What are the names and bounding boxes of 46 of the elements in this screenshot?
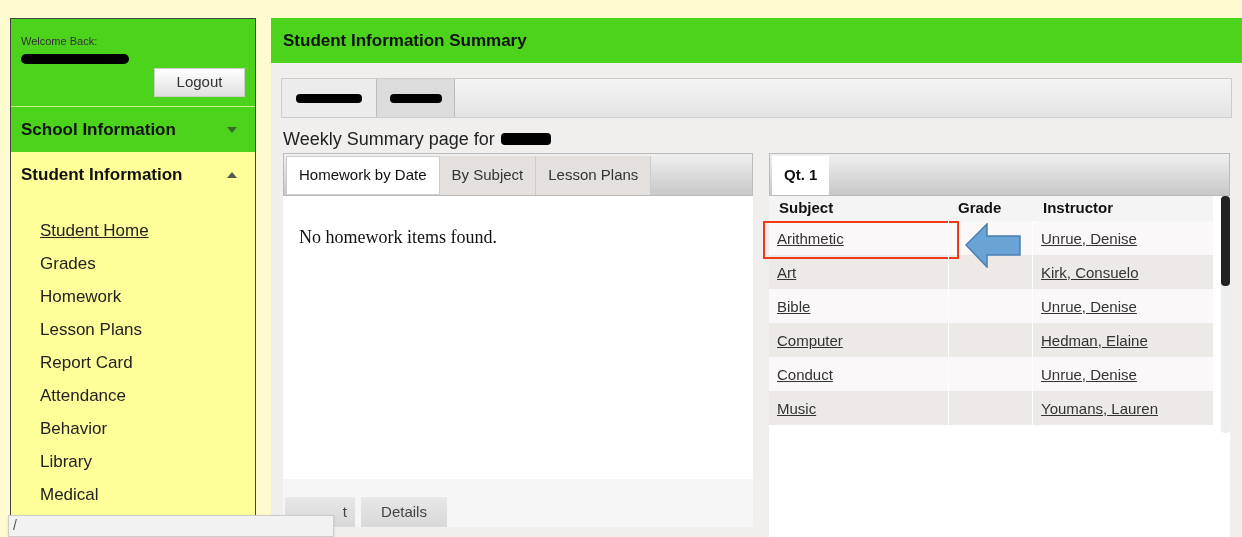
subject-link[interactable]: Art — [777, 264, 797, 281]
instructor-link[interactable]: Hedman, Elaine — [1041, 332, 1148, 349]
tab[interactable]: By Subject — [439, 156, 537, 195]
logout-button[interactable]: Logout — [154, 67, 245, 97]
subject-link[interactable]: Bible — [777, 298, 811, 315]
column-header: Subject — [778, 198, 835, 219]
tab[interactable]: Qt. 1 — [772, 156, 830, 195]
empty-message: No homework items found. — [299, 226, 498, 249]
instructor-link[interactable]: Kirk, Consuelo — [1041, 264, 1139, 281]
nav-link[interactable]: Attendance — [40, 379, 126, 412]
weekly-summary-label: Weekly Summary page for — [283, 127, 495, 151]
tab[interactable]: Lesson Plans — [536, 156, 652, 195]
instructor-link[interactable]: Unrue, Denise — [1041, 366, 1137, 383]
nav-link[interactable]: Behavior — [40, 412, 108, 445]
instructor-link[interactable]: Unrue, Denise — [1041, 230, 1137, 247]
tab[interactable]: Homework by Date — [286, 156, 440, 195]
nav-link[interactable]: Library — [40, 445, 92, 478]
nav-link[interactable]: Grades — [40, 247, 96, 280]
subject-link[interactable]: Conduct — [777, 366, 833, 383]
subject-link[interactable]: Computer — [777, 332, 843, 349]
tooltip-text: / — [13, 516, 17, 535]
scrollbar[interactable] — [1221, 196, 1230, 433]
page-title: Student Information Summary — [283, 29, 527, 52]
instructor-link[interactable]: Unrue, Denise — [1041, 298, 1137, 315]
collapse-caret-icon — [227, 171, 237, 178]
nav-link[interactable]: Homework — [40, 280, 122, 313]
column-header: Instructor — [1042, 198, 1114, 219]
subject-link[interactable]: Arithmetic — [777, 230, 844, 247]
redaction-mark — [296, 93, 362, 103]
instructor-link[interactable]: Youmans, Lauren — [1041, 400, 1159, 417]
welcome-label: Welcome Back: — [21, 34, 99, 49]
nav-link[interactable]: Lesson Plans — [40, 313, 143, 346]
student-tab[interactable] — [282, 79, 377, 117]
section-header[interactable]: School Information — [11, 107, 255, 152]
scrollbar-thumb[interactable] — [1221, 196, 1230, 286]
nav-link[interactable]: Medical — [40, 478, 99, 511]
student-tab[interactable] — [377, 79, 455, 117]
arrow-icon — [965, 223, 1021, 268]
nav-link[interactable]: Report Card — [40, 346, 133, 379]
nav-link[interactable]: Student Home — [40, 214, 149, 247]
expand-caret-icon — [227, 126, 237, 133]
subject-link[interactable]: Music — [777, 400, 817, 417]
redaction-mark — [500, 133, 551, 145]
column-header: Grade — [957, 198, 1003, 219]
redaction-mark — [389, 93, 442, 103]
tab[interactable]: Details — [361, 497, 447, 527]
